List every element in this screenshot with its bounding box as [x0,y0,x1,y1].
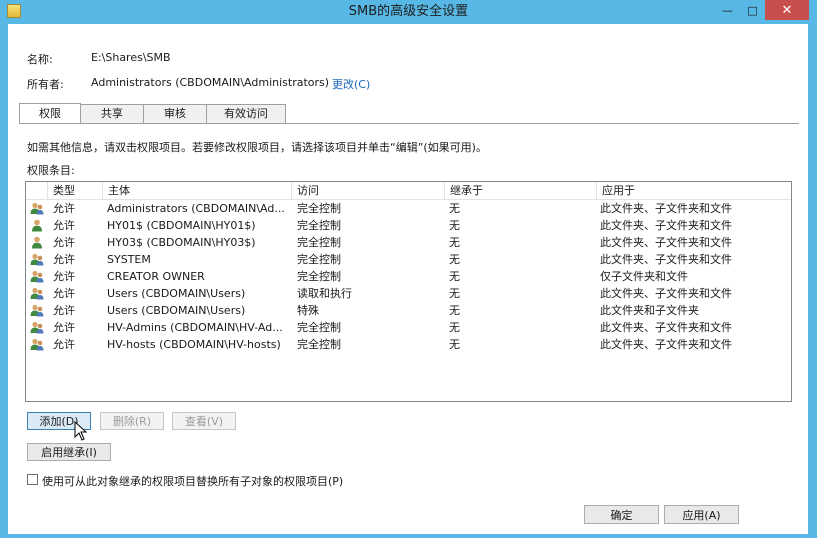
dialog-content: 名称: E:\Shares\SMB 所有者: Administrators (C… [8,24,808,534]
window-title: SMB的高级安全设置 [348,4,469,19]
cell-type: 允许 [53,236,75,249]
cell-principal: HY01$ (CBDOMAIN\HY01$) [107,219,256,232]
cell-applies: 此文件夹和子文件夹 [600,304,699,317]
user-group-icon [30,321,44,334]
ok-button[interactable]: 确定 [584,505,659,524]
title-bar[interactable]: SMB的高级安全设置 — □ ✕ [0,0,817,24]
permission-entries-table[interactable]: 类型 主体 访问 继承于 应用于 允许 Administrators (CBDOM… [25,181,792,402]
cell-access: 完全控制 [297,219,341,232]
table-row[interactable]: 允许 HY03$ (CBDOMAIN\HY03$) 完全控制 无 此文件夹、子文件夹和文… [26,234,791,251]
user-group-icon [30,338,44,351]
cell-principal: Users (CBDOMAIN\Users) [107,287,246,300]
cell-type: 允许 [53,270,75,283]
apply-button[interactable]: 应用(A) [664,505,739,524]
table-row[interactable]: 允许 Administrators (CBDOMAIN\Ad... 完全控制 无 此文件… [26,200,791,217]
user-group-icon [30,253,44,266]
cell-access: 完全控制 [297,270,341,283]
cell-access: 读取和执行 [297,287,352,300]
cell-principal: HV-Admins (CBDOMAIN\HV-Ad... [107,321,283,334]
minimize-button[interactable]: — [715,0,740,20]
cell-inherited: 无 [449,304,460,317]
user-icon [32,236,42,249]
tab-sharing[interactable]: 共享 [80,104,144,123]
cell-principal: SYSTEM [107,253,151,266]
table-row[interactable]: 允许 HV-Admins (CBDOMAIN\HV-Ad... 完全控制 无 此文件夹、… [26,319,791,336]
column-header[interactable]: 应用于 [596,182,791,199]
cell-applies: 仅子文件夹和文件 [600,270,688,283]
cell-type: 允许 [53,338,75,351]
cell-access: 特殊 [297,304,319,317]
maximize-button[interactable]: □ [740,0,765,20]
cell-inherited: 无 [449,236,460,249]
cell-access: 完全控制 [297,236,341,249]
entries-label: 权限条目: [27,164,75,177]
cell-principal: HY03$ (CBDOMAIN\HY03$) [107,236,256,249]
user-group-icon [30,270,44,283]
cell-applies: 此文件夹、子文件夹和文件 [600,236,732,249]
table-row[interactable]: 允许 HY01$ (CBDOMAIN\HY01$) 完全控制 无 此文件夹、子文件夹和文… [26,217,791,234]
cell-access: 完全控制 [297,321,341,334]
cell-type: 允许 [53,321,75,334]
table-row[interactable]: 允许 SYSTEM 完全控制 无 此文件夹、子文件夹和文件 [26,251,791,268]
dialog-window: SMB的高级安全设置 — □ ✕ 名称: E:\Shares\SMB 所有者: … [0,0,817,538]
table-header: 类型 主体 访问 继承于 应用于 [26,182,791,200]
cell-applies: 此文件夹、子文件夹和文件 [600,287,732,300]
cell-inherited: 无 [449,202,460,215]
cell-principal: CREATOR OWNER [107,270,205,283]
hint-text: 如需其他信息，请双击权限项目。若要修改权限项目，请选择该项目并单击“编辑”(如果… [27,141,487,154]
cell-type: 允许 [53,202,75,215]
replace-child-permissions-checkbox[interactable] [27,474,38,485]
tab-effective-access[interactable]: 有效访问 [206,104,286,123]
replace-child-permissions-label: 使用可从此对象继承的权限项目替换所有子对象的权限项目(P) [42,475,344,488]
cell-applies: 此文件夹、子文件夹和文件 [600,321,732,334]
cell-type: 允许 [53,253,75,266]
user-icon [32,219,42,232]
cell-inherited: 无 [449,338,460,351]
owner-label: 所有者: [27,78,64,91]
cell-applies: 此文件夹、子文件夹和文件 [600,219,732,232]
column-header[interactable]: 继承于 [444,182,596,199]
column-header[interactable]: 主体 [102,182,291,199]
column-header[interactable]: 类型 [47,182,102,199]
user-group-icon [30,304,44,317]
cell-principal: HV-hosts (CBDOMAIN\HV-hosts) [107,338,281,351]
user-group-icon [30,202,44,215]
name-value: E:\Shares\SMB [91,51,171,64]
table-row[interactable]: 允许 Users (CBDOMAIN\Users) 特殊 无 此文件夹和子文件夹 [26,302,791,319]
tab-permissions[interactable]: 权限 [19,103,81,124]
cell-access: 完全控制 [297,338,341,351]
cell-principal: Users (CBDOMAIN\Users) [107,304,246,317]
close-button[interactable]: ✕ [765,0,809,20]
cell-inherited: 无 [449,321,460,334]
cell-applies: 此文件夹、子文件夹和文件 [600,338,732,351]
cell-applies: 此文件夹、子文件夹和文件 [600,202,732,215]
cell-access: 完全控制 [297,202,341,215]
remove-button[interactable]: 删除(R) [100,412,164,430]
cell-type: 允许 [53,287,75,300]
cell-inherited: 无 [449,219,460,232]
cell-applies: 此文件夹、子文件夹和文件 [600,253,732,266]
table-row[interactable]: 允许 HV-hosts (CBDOMAIN\HV-hosts) 完全控制 无 此文件夹、… [26,336,791,353]
cell-type: 允许 [53,219,75,232]
cell-inherited: 无 [449,253,460,266]
cell-inherited: 无 [449,287,460,300]
column-header[interactable]: 访问 [291,182,444,199]
view-button[interactable]: 查看(V) [172,412,236,430]
tab-auditing[interactable]: 审核 [143,104,207,123]
user-group-icon [30,287,44,300]
owner-value: Administrators (CBDOMAIN\Administrators) [91,76,330,89]
cell-access: 完全控制 [297,253,341,266]
table-row[interactable]: 允许 CREATOR OWNER 完全控制 无 仅子文件夹和文件 [26,268,791,285]
name-label: 名称: [27,53,53,66]
cell-inherited: 无 [449,270,460,283]
change-owner-link[interactable]: 更改(C) [332,76,370,92]
enable-inheritance-button[interactable]: 启用继承(I) [27,443,111,461]
mouse-cursor-icon [74,421,87,441]
cell-principal: Administrators (CBDOMAIN\Ad... [107,202,285,215]
cell-type: 允许 [53,304,75,317]
table-row[interactable]: 允许 Users (CBDOMAIN\Users) 读取和执行 无 此文件夹、子文件夹和… [26,285,791,302]
